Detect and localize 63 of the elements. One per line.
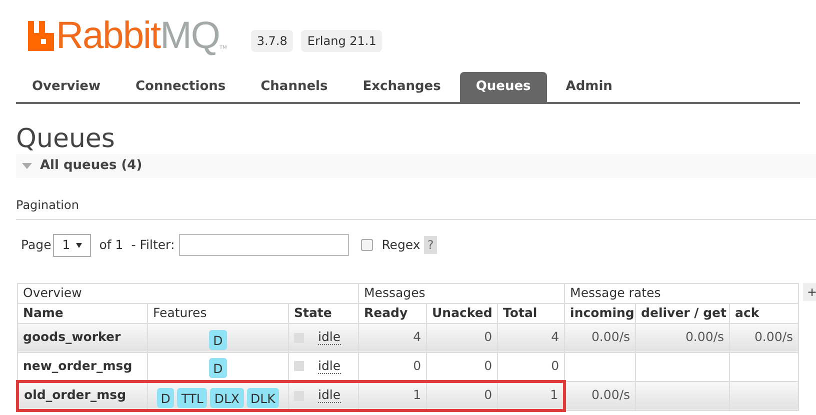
filter-label: - Filter:: [131, 236, 175, 254]
state-indicator-icon: [294, 361, 304, 372]
column-header: Unacked: [426, 303, 498, 324]
nav-tab[interactable]: Exchanges: [346, 72, 457, 102]
state-text: idle: [318, 388, 341, 404]
feature-badge: D: [156, 388, 174, 408]
table-cell: 0: [413, 358, 422, 373]
feature-badge: DLK: [246, 388, 280, 408]
pagination-label: Pagination: [16, 198, 79, 212]
column-header: incoming: [564, 303, 636, 324]
table-cell: 0: [551, 358, 560, 373]
column-header: ack: [730, 303, 799, 324]
regex-checkbox[interactable]: [360, 239, 373, 252]
table-cell: 0.00/s: [754, 329, 794, 344]
page-label: Page: [21, 236, 52, 254]
help-button[interactable]: ?: [424, 236, 437, 254]
nav-tab[interactable]: Connections: [120, 72, 242, 102]
queue-name-link[interactable]: old_order_msg: [18, 381, 148, 410]
nav-tab[interactable]: Queues: [460, 72, 547, 102]
column-header: Name: [18, 303, 148, 324]
column-header: Features: [148, 303, 288, 324]
column-header: Total: [498, 303, 565, 324]
column-header: Ready: [358, 303, 427, 324]
version-badge: Erlang 21.1: [301, 30, 382, 52]
feature-badge: D: [209, 358, 227, 378]
logo-text: MQ: [160, 16, 220, 56]
regex-label: Regex: [382, 236, 420, 254]
table-cell: 1: [550, 387, 558, 402]
column-header: State: [288, 303, 359, 324]
nav-tab[interactable]: Channels: [244, 72, 344, 102]
version-badge: 3.7.8: [250, 30, 294, 52]
nav-tab[interactable]: Admin: [550, 72, 628, 102]
table-cell: 0.00/s: [591, 329, 630, 344]
feature-badge: D: [209, 330, 227, 350]
table-cell: 4: [551, 329, 560, 344]
column-header: deliver / get: [636, 303, 730, 324]
logo-icon: [28, 21, 54, 51]
feature-badge: DLX: [210, 388, 244, 408]
state-text: idle: [318, 358, 341, 374]
section-toggle[interactable]: All queues (4): [16, 154, 816, 178]
page-count: of 1: [99, 236, 124, 254]
column-group-header: Messages: [358, 283, 565, 304]
table-cell: 0.00/s: [685, 329, 724, 344]
table-cell: 4: [413, 329, 422, 344]
caret-down-icon: [76, 242, 82, 248]
caret-down-icon: [22, 163, 32, 169]
nav-tab[interactable]: Overview: [16, 72, 117, 102]
table-cell: 1: [413, 387, 422, 402]
table-cell: 0.00/s: [591, 387, 630, 402]
column-group-header: Message rates: [564, 283, 799, 304]
add-column-button[interactable]: +: [803, 282, 816, 301]
filter-field[interactable]: [178, 234, 349, 256]
state-text: idle: [318, 330, 341, 346]
table-cell: 0: [484, 358, 492, 373]
table-cell: 0: [484, 329, 492, 344]
logo-text: Rabbit: [56, 16, 160, 56]
page-title: Queues: [16, 124, 116, 154]
queue-name-link[interactable]: goods_worker: [18, 323, 148, 352]
queue-name-link[interactable]: new_order_msg: [18, 352, 148, 382]
feature-badge: TTL: [177, 388, 208, 408]
page-select[interactable]: 1: [53, 234, 92, 257]
column-group-header: Overview: [18, 283, 359, 304]
table-cell: 0: [484, 387, 492, 402]
